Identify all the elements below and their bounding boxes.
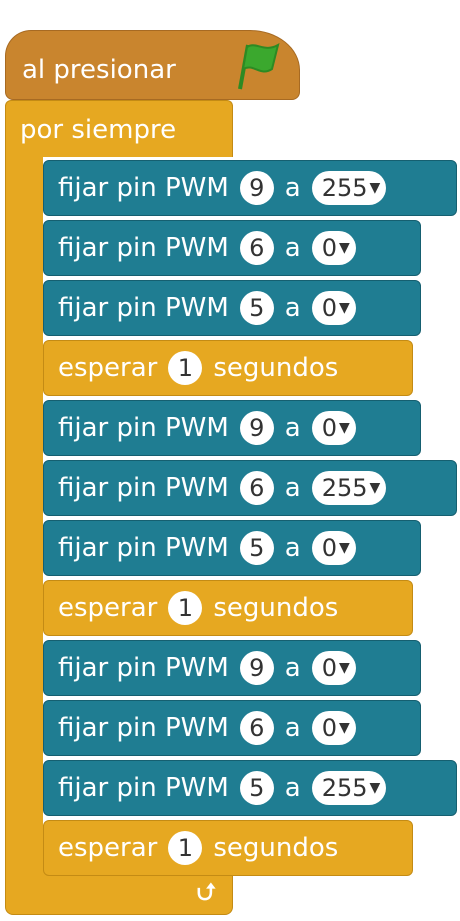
block-label-a: a: [284, 773, 301, 803]
hat-label: al presionar: [22, 55, 176, 85]
pwm-value-dropdown[interactable]: 255 ▼: [311, 171, 387, 205]
pwm-value-dropdown[interactable]: 0 ▼: [311, 531, 356, 565]
block-label: fijar pin PWM: [58, 233, 229, 263]
block-label: esperar: [58, 353, 158, 383]
pwm-value-dropdown[interactable]: 0 ▼: [311, 411, 356, 445]
pin-number-input[interactable]: 5: [239, 531, 274, 565]
dropdown-arrow-icon: ▼: [369, 780, 381, 796]
forever-loop-arm: [5, 156, 43, 856]
seconds-input[interactable]: 1: [168, 831, 203, 865]
block-label-a: a: [284, 233, 301, 263]
pin-number-input[interactable]: 9: [239, 411, 274, 445]
block-label: fijar pin PWM: [58, 653, 229, 683]
block-label: fijar pin PWM: [58, 293, 229, 323]
seconds-input[interactable]: 1: [168, 351, 203, 385]
pwm-value-dropdown[interactable]: 255 ▼: [311, 471, 387, 505]
block-label: fijar pin PWM: [58, 773, 229, 803]
block-label: esperar: [58, 833, 158, 863]
set-pwm-pin-block[interactable]: fijar pin PWM 5 a 0 ▼: [43, 280, 421, 336]
block-label: fijar pin PWM: [58, 533, 229, 563]
pin-number-input[interactable]: 6: [239, 711, 274, 745]
pwm-value: 0: [321, 534, 337, 562]
dropdown-arrow-icon: ▼: [339, 420, 350, 436]
seconds-unit-label: segundos: [213, 833, 339, 863]
block-label-a: a: [284, 713, 301, 743]
pin-number-input[interactable]: 9: [239, 171, 274, 205]
block-label: esperar: [58, 593, 158, 623]
pwm-value: 0: [321, 654, 337, 682]
pwm-value: 255: [321, 174, 368, 202]
loop-label: por siempre: [20, 115, 177, 145]
block-label: fijar pin PWM: [58, 713, 229, 743]
pwm-value-dropdown[interactable]: 0 ▼: [311, 651, 356, 685]
block-label-a: a: [284, 473, 301, 503]
block-label-a: a: [284, 653, 301, 683]
pwm-value-dropdown[interactable]: 255 ▼: [311, 771, 387, 805]
pwm-value: 0: [321, 234, 337, 262]
wait-seconds-block[interactable]: esperar 1 segundos: [43, 820, 413, 876]
pwm-value: 0: [321, 714, 337, 742]
block-label: fijar pin PWM: [58, 413, 229, 443]
set-pwm-pin-block[interactable]: fijar pin PWM 5 a 255 ▼: [43, 760, 457, 816]
pwm-value: 0: [321, 294, 337, 322]
dropdown-arrow-icon: ▼: [339, 300, 350, 316]
set-pwm-pin-block[interactable]: fijar pin PWM 6 a 0 ▼: [43, 700, 421, 756]
set-pwm-pin-block[interactable]: fijar pin PWM 6 a 255 ▼: [43, 460, 457, 516]
block-label-a: a: [284, 413, 301, 443]
pwm-value: 255: [321, 474, 368, 502]
block-label-a: a: [284, 533, 301, 563]
pin-number-input[interactable]: 5: [239, 291, 274, 325]
seconds-unit-label: segundos: [213, 593, 339, 623]
set-pwm-pin-block[interactable]: fijar pin PWM 6 a 0 ▼: [43, 220, 421, 276]
pin-number-input[interactable]: 5: [239, 771, 274, 805]
dropdown-arrow-icon: ▼: [369, 180, 381, 196]
seconds-input[interactable]: 1: [168, 591, 203, 625]
dropdown-arrow-icon: ▼: [339, 540, 350, 556]
green-flag-icon: [238, 42, 280, 90]
pwm-value: 255: [321, 774, 368, 802]
forever-loop-header[interactable]: por siempre: [5, 100, 233, 157]
pwm-value-dropdown[interactable]: 0 ▼: [311, 711, 356, 745]
block-label: fijar pin PWM: [58, 473, 229, 503]
dropdown-arrow-icon: ▼: [339, 660, 350, 676]
set-pwm-pin-block[interactable]: fijar pin PWM 9 a 0 ▼: [43, 400, 421, 456]
set-pwm-pin-block[interactable]: fijar pin PWM 9 a 0 ▼: [43, 640, 421, 696]
pin-number-input[interactable]: 6: [239, 231, 274, 265]
pwm-value-dropdown[interactable]: 0 ▼: [311, 231, 356, 265]
seconds-unit-label: segundos: [213, 353, 339, 383]
block-label: fijar pin PWM: [58, 173, 229, 203]
wait-seconds-block[interactable]: esperar 1 segundos: [43, 340, 413, 396]
pin-number-input[interactable]: 6: [239, 471, 274, 505]
pwm-value: 0: [321, 414, 337, 442]
loop-arrow-icon: ⮍: [196, 878, 216, 906]
pin-number-input[interactable]: 9: [239, 651, 274, 685]
set-pwm-pin-block[interactable]: fijar pin PWM 5 a 0 ▼: [43, 520, 421, 576]
pwm-value-dropdown[interactable]: 0 ▼: [311, 291, 356, 325]
set-pwm-pin-block[interactable]: fijar pin PWM 9 a 255 ▼: [43, 160, 457, 216]
dropdown-arrow-icon: ▼: [369, 480, 381, 496]
block-label-a: a: [284, 173, 301, 203]
wait-seconds-block[interactable]: esperar 1 segundos: [43, 580, 413, 636]
dropdown-arrow-icon: ▼: [339, 240, 350, 256]
block-label-a: a: [284, 293, 301, 323]
when-flag-clicked-block[interactable]: al presionar: [5, 30, 300, 100]
dropdown-arrow-icon: ▼: [339, 720, 350, 736]
